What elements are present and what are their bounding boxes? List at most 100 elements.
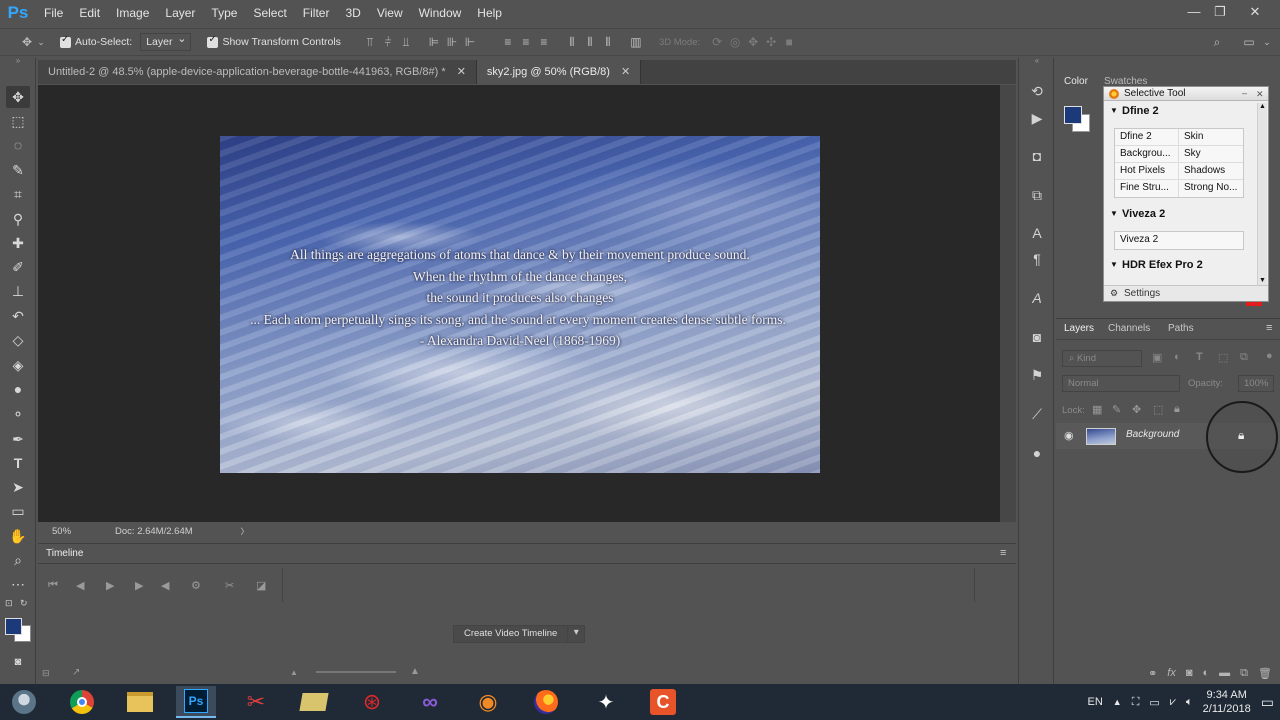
- quick-selection-tool-icon[interactable]: ✎: [6, 159, 30, 181]
- canvas-area[interactable]: All things are aggregations of atoms tha…: [38, 85, 1000, 522]
- clone-source-icon[interactable]: ⧉: [1026, 184, 1048, 206]
- lock-all-icon[interactable]: 🔒︎: [1174, 403, 1180, 416]
- dodge-tool-icon[interactable]: ⚬: [6, 403, 30, 425]
- show-transform-checkbox[interactable]: Show Transform Controls: [207, 34, 341, 48]
- blender-icon[interactable]: ◉: [468, 686, 508, 718]
- tab-color[interactable]: Color: [1064, 76, 1088, 87]
- filter-kind-dropdown[interactable]: ⌕ Kind: [1062, 350, 1142, 367]
- status-arrow-icon[interactable]: 〉: [241, 526, 249, 537]
- close-icon[interactable]: ✕: [457, 66, 466, 78]
- tab-untitled-2[interactable]: Untitled-2 @ 48.5% (apple-device-applica…: [38, 60, 477, 84]
- tab-sky2[interactable]: sky2.jpg @ 50% (RGB/8) ✕: [476, 60, 642, 84]
- lock-artboard-icon[interactable]: ⬚: [1153, 403, 1163, 416]
- rectangle-tool-icon[interactable]: ▭: [6, 500, 30, 522]
- history-icon[interactable]: ⟲: [1026, 80, 1048, 102]
- camtasia-icon[interactable]: C: [643, 686, 683, 718]
- minimize-icon[interactable]: –: [1242, 86, 1247, 100]
- glyphs-icon[interactable]: A: [1026, 287, 1048, 309]
- tab-paths[interactable]: Paths: [1168, 323, 1194, 334]
- align-hcenter-icon[interactable]: ⊪: [443, 33, 461, 51]
- link-layers-icon[interactable]: ⚭: [1148, 667, 1157, 680]
- zoom-in-icon[interactable]: ▲: [410, 666, 420, 677]
- move-tool-icon[interactable]: ✥: [6, 86, 30, 108]
- menu-view[interactable]: View: [369, 6, 411, 20]
- collapse-icon[interactable]: «: [1026, 56, 1048, 66]
- menu-help[interactable]: Help: [469, 6, 510, 20]
- zoom-tool-icon[interactable]: ⌕: [6, 549, 30, 571]
- steelseries-icon[interactable]: ⊛: [352, 686, 392, 718]
- unity-icon[interactable]: ✦: [586, 686, 626, 718]
- preset-button[interactable]: Dfine 2: [1115, 129, 1180, 145]
- lock-position-icon[interactable]: ✥: [1132, 403, 1141, 416]
- tray-expand-icon[interactable]: ▲: [1113, 697, 1122, 707]
- section-hdr-efex-pro-2[interactable]: HDR Efex Pro 2: [1104, 256, 1268, 274]
- character-icon[interactable]: A: [1026, 222, 1048, 244]
- play-icon[interactable]: ▶: [106, 579, 114, 592]
- crop-tool-icon[interactable]: ⌗: [6, 183, 30, 205]
- previous-frame-icon[interactable]: ◀: [76, 579, 84, 592]
- new-layer-icon[interactable]: ⧉: [1240, 667, 1248, 680]
- type-tool-icon[interactable]: T: [6, 452, 30, 474]
- selective-tool-title-bar[interactable]: Selective Tool – ✕: [1104, 87, 1268, 101]
- quick-mask-icon[interactable]: ◙: [6, 651, 30, 673]
- filter-pixel-icon[interactable]: ▣: [1152, 351, 1162, 364]
- paragraph-icon[interactable]: ¶: [1026, 248, 1048, 270]
- next-frame-icon[interactable]: ▶: [135, 579, 143, 592]
- eraser-tool-icon[interactable]: ◇: [6, 329, 30, 351]
- chevron-down-icon[interactable]: ⌄: [36, 33, 46, 51]
- filter-adjustment-icon[interactable]: ◐: [1174, 351, 1181, 363]
- filter-smart-object-icon[interactable]: ⧉: [1240, 351, 1248, 364]
- 3d-orbit-icon[interactable]: ⟳: [708, 33, 726, 51]
- workspace-icon[interactable]: ▭: [1240, 33, 1258, 51]
- photoshop-taskbar-icon[interactable]: Ps: [176, 686, 216, 718]
- opacity-input[interactable]: 100%: [1238, 375, 1274, 392]
- auto-select-dropdown[interactable]: Layer: [140, 31, 192, 51]
- menu-select[interactable]: Select: [245, 6, 294, 20]
- scrollbar[interactable]: ▲ ▼: [1257, 103, 1267, 285]
- layer-lock-icon[interactable]: 🔒︎: [1238, 428, 1244, 443]
- document-image[interactable]: All things are aggregations of atoms tha…: [220, 136, 820, 473]
- preset-button[interactable]: Strong No...: [1179, 180, 1243, 197]
- preset-button[interactable]: Sky: [1179, 146, 1243, 162]
- brush-tool-icon[interactable]: ✐: [6, 256, 30, 278]
- blur-tool-icon[interactable]: ●: [6, 378, 30, 400]
- tool-app-icon[interactable]: ✂: [236, 686, 276, 718]
- menu-file[interactable]: File: [36, 6, 71, 20]
- filter-toggle-icon[interactable]: ●: [1266, 350, 1273, 362]
- audio-icon[interactable]: ◀: [161, 579, 169, 592]
- visibility-eye-icon[interactable]: ◉: [1064, 429, 1074, 442]
- preset-button[interactable]: Skin: [1179, 129, 1243, 145]
- default-colors-icon[interactable]: ⊡: [5, 598, 13, 609]
- preset-button[interactable]: Viveza 2: [1115, 232, 1243, 249]
- menu-layer[interactable]: Layer: [157, 6, 203, 20]
- close-icon[interactable]: ✕: [1256, 87, 1264, 101]
- zoom-slider[interactable]: [316, 671, 396, 673]
- align-vcenter-icon[interactable]: ⫩: [379, 33, 397, 51]
- distribute-hcenter-icon[interactable]: ⦀: [581, 33, 599, 51]
- scroll-down-icon[interactable]: ▼: [1258, 277, 1267, 285]
- distribute-right-icon[interactable]: ⦀: [599, 33, 617, 51]
- 3d-camera-icon[interactable]: ■: [780, 33, 798, 51]
- lock-transparent-icon[interactable]: ▦: [1092, 403, 1102, 416]
- align-right-icon[interactable]: ⊩: [461, 33, 479, 51]
- align-top-icon[interactable]: ⫪: [361, 33, 379, 51]
- panel-menu-icon[interactable]: ≡: [1266, 322, 1272, 334]
- hand-tool-icon[interactable]: ✋: [6, 525, 30, 547]
- lasso-tool-icon[interactable]: ◌: [6, 134, 30, 156]
- foreground-color-swatch[interactable]: [1064, 106, 1082, 124]
- layer-row-background[interactable]: ◉ Background 🔒︎: [1056, 401, 1280, 473]
- vertical-scrollbar[interactable]: [1000, 85, 1016, 522]
- section-viveza-2[interactable]: Viveza 2: [1104, 205, 1268, 223]
- distribute-vcenter-icon[interactable]: ≡: [517, 33, 535, 51]
- close-button[interactable]: ✕: [1240, 2, 1270, 22]
- zoom-level[interactable]: 50%: [52, 526, 71, 537]
- fx-icon[interactable]: fx: [1167, 667, 1176, 679]
- file-explorer-icon[interactable]: [120, 686, 160, 718]
- paint-bucket-tool-icon[interactable]: ◈: [6, 354, 30, 376]
- visual-studio-icon[interactable]: ∞: [410, 686, 450, 718]
- preset-button[interactable]: Backgrou...: [1115, 146, 1180, 162]
- clone-stamp-tool-icon[interactable]: ⊥: [6, 280, 30, 302]
- align-left-icon[interactable]: ⊫: [425, 33, 443, 51]
- collapse-icon[interactable]: »: [6, 56, 30, 66]
- menu-filter[interactable]: Filter: [295, 6, 338, 20]
